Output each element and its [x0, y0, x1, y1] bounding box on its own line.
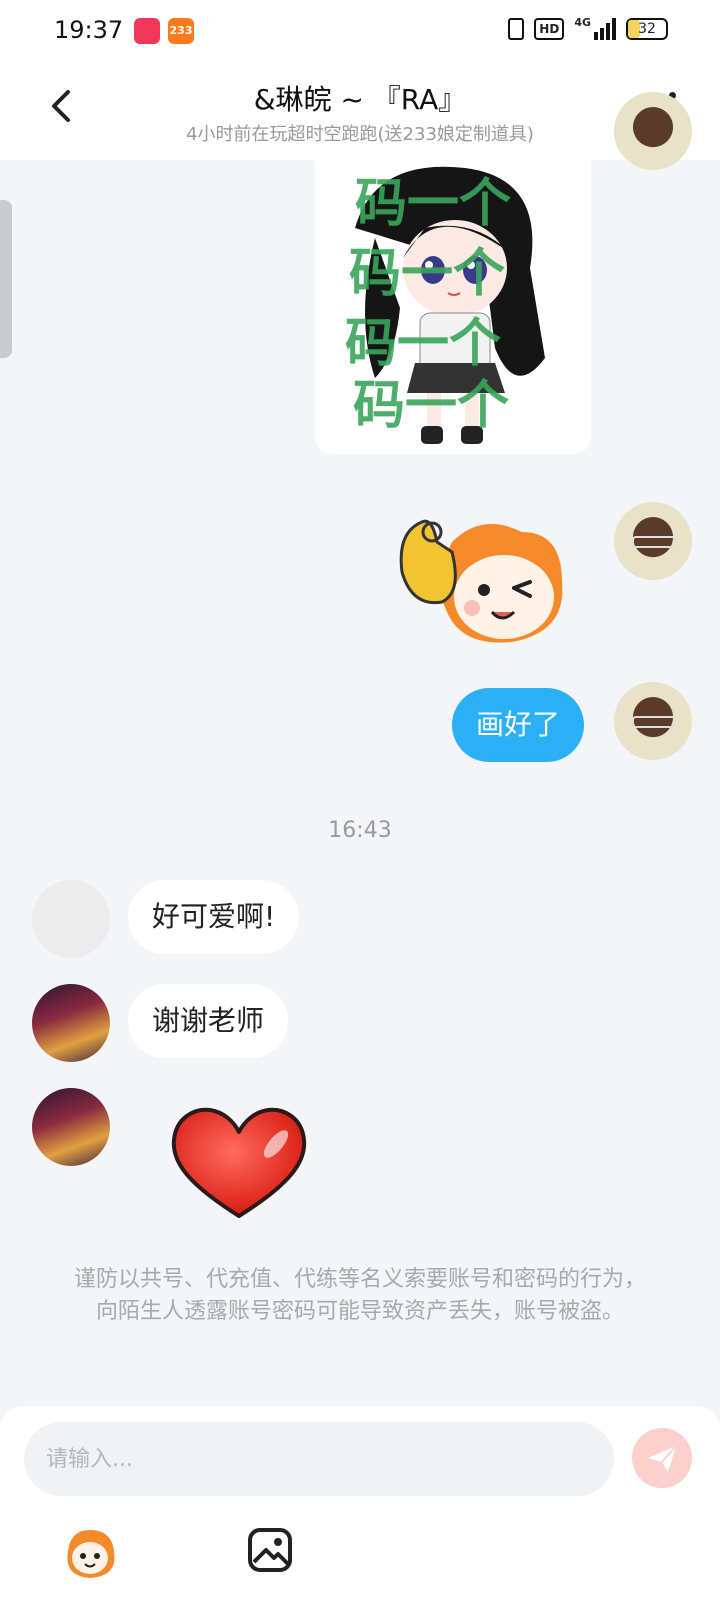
notification-app-icon — [134, 18, 160, 44]
chat-subtitle: 4小时前在玩超时空跑跑(送233娘定制道具) — [186, 124, 534, 145]
message-input-bar — [0, 1406, 720, 1612]
avatar-other[interactable] — [32, 880, 110, 958]
message-bubble-outgoing[interactable]: 画好了 — [452, 688, 585, 762]
chat-title: &琳皖 ~ 『RA』 — [253, 83, 467, 116]
watermark-text: 码一个 — [353, 376, 510, 436]
time-separator: 16:43 — [328, 818, 392, 843]
status-time: 19:37 — [54, 16, 124, 44]
watermark-text: 码一个 — [345, 314, 502, 374]
sticker-mascot-ok[interactable] — [392, 512, 572, 650]
status-bar: 19:37 233 HD 4G 32 — [0, 0, 720, 64]
battery-icon: 32 — [626, 18, 668, 40]
notification-233-icon: 233 — [168, 18, 194, 44]
vibrate-icon — [508, 18, 525, 40]
message-image[interactable]: 码一个 码一个 码一个 码一个 — [315, 158, 591, 454]
message-input[interactable] — [24, 1422, 614, 1496]
battery-level: 32 — [638, 21, 656, 37]
message-bubble-incoming[interactable]: 好可爱啊! — [128, 880, 300, 954]
security-warning: 谨防以共号、代充值、代练等名义索要账号和密码的行为，向陌生人透露账号密码可能导致… — [73, 1267, 646, 1324]
avatar-self[interactable] — [614, 92, 692, 170]
chat-header: &琳皖 ~ 『RA』 4小时前在玩超时空跑跑(送233娘定制道具) — [0, 64, 720, 160]
send-icon[interactable] — [632, 1428, 692, 1488]
message-bubble-incoming[interactable]: 谢谢老师 — [128, 984, 289, 1058]
heart-sticker[interactable] — [168, 1104, 310, 1222]
avatar-other[interactable] — [32, 1088, 110, 1166]
avatar-self[interactable] — [614, 502, 692, 580]
watermark-text: 码一个 — [349, 244, 506, 304]
network-type: 4G — [574, 16, 591, 29]
watermark-text: 码一个 — [355, 174, 512, 234]
side-drawer-handle[interactable] — [0, 200, 12, 358]
signal-icon — [594, 18, 616, 40]
avatar-self[interactable] — [614, 682, 692, 760]
hd-icon: HD — [534, 18, 565, 40]
avatar-other[interactable] — [32, 984, 110, 1062]
status-icons: HD 4G 32 — [508, 16, 668, 40]
image-picker-icon[interactable] — [246, 1526, 294, 1574]
emoji-sticker-icon[interactable] — [60, 1526, 120, 1582]
